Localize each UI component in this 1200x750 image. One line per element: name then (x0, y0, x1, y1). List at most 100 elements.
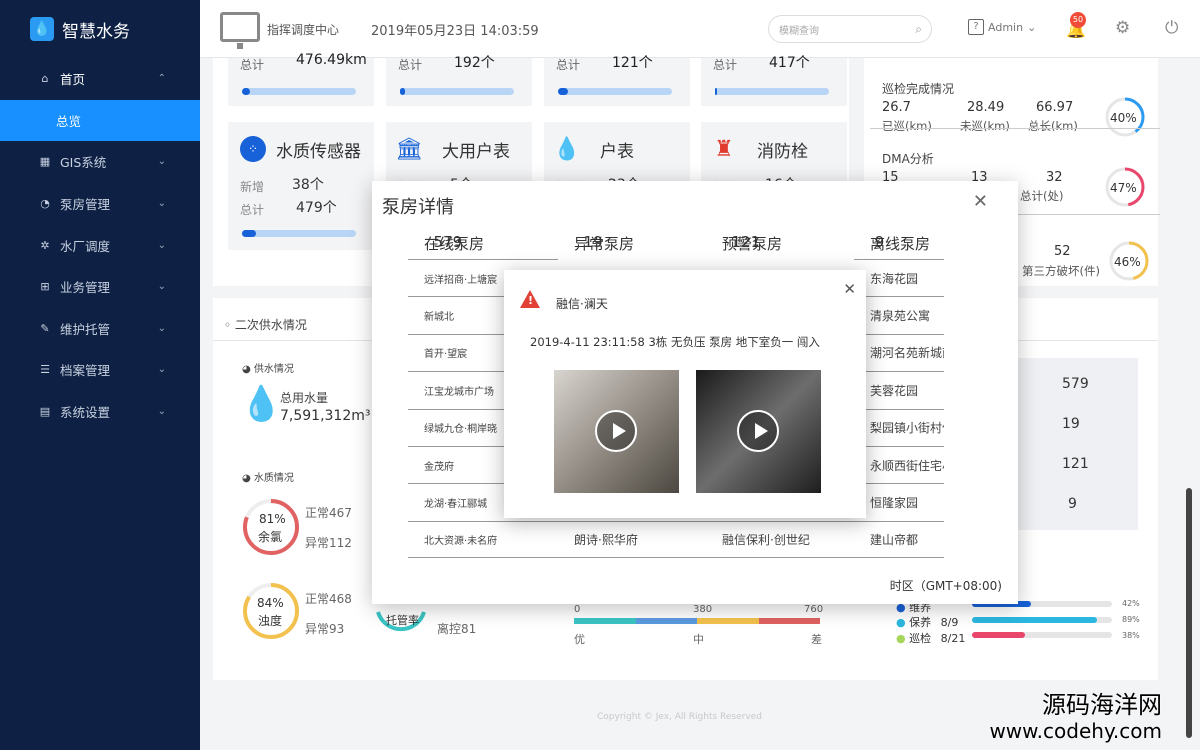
water-supply-label: 供水情况 (253, 364, 294, 375)
sidebar-item-archive[interactable]: ☰ 档案管理 ⌄ (0, 349, 200, 391)
sitemap-icon: ⊞ (40, 280, 50, 294)
card-title: 户表 (600, 142, 634, 162)
card-title: 水质传感器 (276, 142, 361, 162)
sidebar-item-gis[interactable]: ▦ GIS系统 ⌄ (0, 141, 200, 183)
chlorine-label: 余氯 (258, 530, 283, 544)
chevron-down-icon: ⌄ (157, 364, 166, 376)
table-row[interactable]: 建山帝都 (854, 520, 944, 559)
sidebar-item-maintenance[interactable]: ✎ 维护托管 ⌄ (0, 308, 200, 350)
divider (870, 128, 1160, 129)
table-row[interactable]: 清泉苑公寓 (854, 296, 944, 333)
help-icon: ? (968, 19, 984, 35)
total-water-label: 总用水量 (280, 391, 329, 405)
settings-gear-icon[interactable]: ⚙ (1115, 18, 1130, 38)
maintenance-row: ● 巡检 8/21 (896, 630, 965, 646)
table-row[interactable]: 永顺西街住宅小区 (854, 445, 944, 483)
intrusion-alert-modal: ! 融信·澜天 ✕ 2019-4-11 23:11:58 3栋 无负压 泵房 地… (504, 270, 866, 518)
sidebar-item-settings[interactable]: ▤ 系统设置 ⌄ (0, 391, 200, 433)
video-thumbnail-1[interactable] (554, 370, 679, 493)
table-row[interactable]: 芙蓉花园 (854, 371, 944, 408)
stat-card-meter: 总计 417个 (701, 55, 847, 106)
total-label: 总计 (713, 58, 738, 72)
alert-source: 融信·澜天 (556, 297, 608, 311)
table-row[interactable]: 潮河名苑新城南街 (854, 333, 944, 371)
sidebar-item-business[interactable]: ⊞ 业务管理 ⌄ (0, 266, 200, 308)
sidebar: 💧 智慧水务 ⌂ 首页 ⌃ 总览 ▦ GIS系统 ⌄ ◔ 泵房管理 ⌄ ✲ 水厂… (0, 0, 200, 750)
tab-value: 121 (731, 233, 761, 251)
maintenance-bar (972, 617, 1112, 623)
pump-count-offline: 9 (1068, 496, 1077, 512)
sidebar-item-overview[interactable]: 总览 (0, 99, 200, 142)
maintenance-bar (972, 632, 1112, 638)
app-logo[interactable]: 💧 智慧水务 (0, 0, 200, 58)
turbidity-abnormal: 异常93 (305, 622, 345, 636)
uninspected-label: 未巡(km) (960, 119, 1010, 133)
user-menu[interactable]: ? Admin ⌄ (968, 19, 1036, 35)
chevron-down-icon: ⌄ (157, 156, 166, 168)
chlorine-abnormal: 异常112 (305, 536, 352, 550)
maintenance-percent: 89% (1122, 615, 1140, 624)
watermark: 源码海洋网 www.codehy.com (989, 692, 1162, 744)
gauge-icon: ◕ 水质情况 (242, 473, 294, 484)
turbidity-label: 浊度 (258, 614, 283, 628)
chevron-down-icon: ⌄ (157, 322, 166, 334)
close-icon[interactable]: ✕ (973, 191, 988, 212)
sidebar-item-label: GIS系统 (60, 155, 107, 171)
pump-count-abnormal: 19 (1062, 416, 1080, 432)
play-icon[interactable] (595, 410, 637, 452)
sidebar-item-label: 水厂调度 (60, 238, 111, 254)
footer-copyright: Copyright © Jex, All Rights Reserved (597, 712, 762, 722)
timezone-label: 时区（GMT+08:00) (889, 579, 1002, 593)
total-label: 总计 (240, 203, 265, 217)
scale-tick: 380 (693, 604, 713, 615)
close-icon[interactable]: ✕ (843, 280, 856, 298)
building-icon: 🏛 (395, 136, 423, 162)
scrollbar[interactable] (1186, 488, 1192, 738)
power-icon[interactable]: ⏻ (1165, 18, 1178, 38)
edit-icon: ✎ (40, 321, 50, 335)
warning-mark: ! (528, 294, 534, 307)
sidebar-item-home[interactable]: ⌂ 首页 ⌃ (0, 58, 200, 100)
tab-value: 9 (874, 233, 885, 251)
play-icon[interactable] (737, 410, 779, 452)
maintenance-value: 8/21 (940, 632, 966, 645)
table-row[interactable]: 梨园镇小街村住宅 (854, 408, 944, 446)
maintenance-label: 巡检 (909, 632, 932, 645)
tab-warning[interactable]: 预警泵房 121 (722, 233, 782, 253)
table-row[interactable]: 朗诗·熙华府 (558, 520, 706, 559)
tab-online[interactable]: 在线泵房 579 (424, 233, 484, 253)
fire-hydrant-icon: ♜ (714, 136, 734, 162)
monitor-icon[interactable] (220, 12, 260, 49)
app-name: 智慧水务 (62, 21, 130, 42)
device-card-water-sensor[interactable]: ⁘ 水质传感器 新增 38个 总计 479个 (228, 122, 374, 250)
total-value: 476.49km (296, 52, 367, 68)
table-row[interactable]: 恒隆家园 (854, 483, 944, 520)
current-datetime: 2019年05月23日 14:03:59 (371, 24, 539, 39)
command-center-title[interactable]: 指挥调度中心 (267, 21, 339, 38)
table-row[interactable]: 北大资源·未名府 (408, 520, 558, 559)
bullet-icon: ● (896, 616, 906, 629)
turbidity-ring (243, 583, 299, 639)
dma-title: DMA分析 (882, 152, 934, 166)
list-icon: ☰ (40, 363, 50, 377)
sidebar-item-label: 档案管理 (60, 363, 111, 379)
pump-count-warning: 121 (1062, 456, 1089, 472)
sidebar-item-plant[interactable]: ✲ 水厂调度 ⌄ (0, 224, 200, 266)
third-party-label: 第三方破坏(件) (1022, 264, 1100, 278)
table-row[interactable]: 融信保利·创世纪 (706, 520, 854, 559)
chevron-down-icon: ⌄ (157, 281, 166, 293)
tab-offline[interactable]: 离线泵房 9 (870, 233, 930, 253)
video-thumbnail-2[interactable] (696, 370, 821, 493)
search-icon[interactable]: ⌕ (915, 22, 922, 37)
stat-card-pipe: 总计 476.49km (228, 52, 374, 106)
secondary-supply-title-text: 二次供水情况 (234, 318, 307, 332)
search-input[interactable]: 模糊查询 ⌕ (768, 15, 932, 43)
total-label: 总计 (398, 58, 423, 72)
progress-bar (558, 88, 672, 95)
sidebar-item-pump[interactable]: ◔ 泵房管理 ⌄ (0, 183, 200, 225)
tab-abnormal[interactable]: 异常泵房 19 (574, 233, 634, 253)
chlorine-ring (243, 499, 299, 555)
turbidity-normal: 正常468 (305, 592, 352, 606)
table-row[interactable]: 东海花园 (854, 259, 944, 296)
dma-value-3: 32 (1046, 170, 1063, 185)
